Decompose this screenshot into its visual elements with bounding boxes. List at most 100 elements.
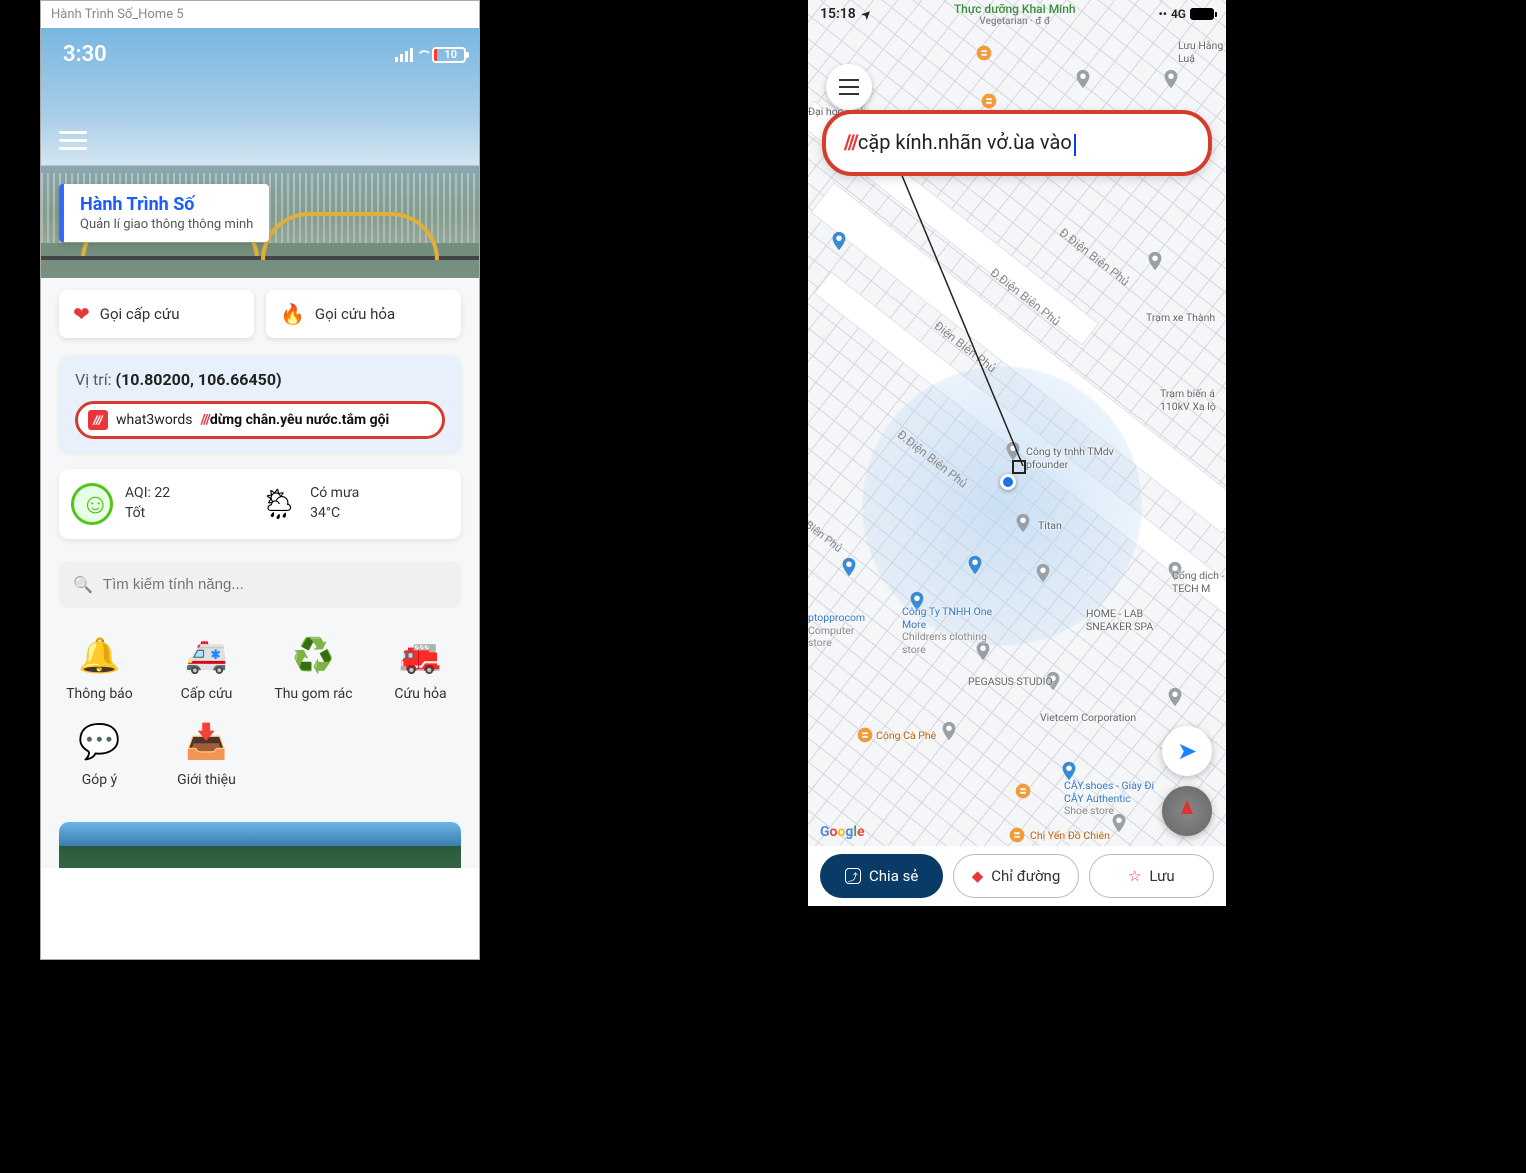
map-pin-icon[interactable]	[838, 556, 860, 578]
feature-gioithieu[interactable]: 📥 Giới thiệu	[158, 718, 255, 788]
battery-icon	[1190, 8, 1214, 20]
poi-label: PEGASUS STUDIO	[968, 676, 1053, 689]
poi-label: CÂY.shoes - Giày Đi CÂY AuthenticShoe st…	[1064, 780, 1174, 818]
map-pin-icon[interactable]	[828, 230, 850, 252]
call-ambulance-button[interactable]: Gọi cấp cứu	[59, 290, 254, 338]
design-frame-left: Hành Trình Số_Home 5 3:30 10	[40, 0, 480, 960]
poi-label: Chị Yến Đồ Chiên	[1030, 830, 1110, 843]
weather-temp: 34°C	[310, 504, 359, 524]
poi-label: Vietcem Corporation	[1040, 712, 1136, 725]
bottom-action-bar: Chia sẻ Chỉ đường Lưu	[808, 846, 1226, 906]
menu-button[interactable]	[59, 126, 87, 155]
network-label: 4G	[1171, 7, 1186, 21]
share-icon	[845, 868, 861, 884]
poi-label: Titan	[1038, 520, 1062, 533]
feature-cuuhoa[interactable]: 🚒 Cứu hỏa	[372, 632, 469, 702]
google-logo: Google	[820, 824, 865, 840]
location-accuracy-circle	[862, 366, 1142, 646]
aqi-status: Tốt	[125, 504, 170, 524]
feature-grid-row2: 💬 Góp ý 📥 Giới thiệu	[41, 710, 479, 804]
location-label: Vị trí:	[75, 370, 112, 389]
save-button[interactable]: Lưu	[1089, 854, 1214, 898]
poi-label: ptopprocomComputer store	[808, 612, 878, 650]
bottom-banner-image[interactable]	[59, 822, 461, 868]
phone-screen-left: 3:30 10 Hành Trình Số Quản lí giao thông…	[41, 28, 479, 868]
poi-label: Trạm xe Thành	[1146, 312, 1226, 325]
w3w-search-text: cặp kính.nhãn vở.ùa vào	[858, 130, 1072, 154]
poi-label: Trạm biến á 110kV Xa lộ	[1160, 388, 1226, 413]
fire-icon	[280, 302, 305, 326]
compass-button[interactable]	[1162, 786, 1212, 836]
map-pin-icon[interactable]	[1002, 440, 1024, 462]
directions-button[interactable]: Chỉ đường	[953, 854, 1078, 898]
w3w-brand-label: what3words	[116, 412, 193, 428]
what3words-search[interactable]: ///cặp kính.nhãn vở.ùa vào	[822, 110, 1212, 176]
share-button[interactable]: Chia sẻ	[820, 854, 943, 898]
map-pin-icon[interactable]	[1144, 250, 1166, 272]
call-fire-button[interactable]: Gọi cứu hỏa	[266, 290, 461, 338]
map-pin-icon[interactable]	[1012, 780, 1034, 802]
feedback-icon: 💬	[51, 718, 148, 766]
intro-icon: 📥	[158, 718, 255, 766]
map-pin-icon[interactable]	[964, 554, 986, 576]
feature-capcuu[interactable]: 🚑 Cấp cứu	[158, 632, 255, 702]
bell-icon: 🔔	[51, 632, 148, 680]
wifi-icon	[419, 44, 426, 65]
location-card: Vị trí: (10.80200, 106.66450) /// what3w…	[59, 356, 461, 453]
poi-label: Lưu Hằng Luậ	[1178, 40, 1226, 65]
firetruck-icon: 🚒	[372, 632, 469, 680]
map-pin-icon[interactable]	[1164, 686, 1186, 708]
search-input[interactable]	[103, 576, 447, 593]
poi-label: Cổng dịch - TECH M	[1172, 570, 1226, 595]
feature-thongbao[interactable]: 🔔 Thông báo	[51, 632, 148, 702]
map-pin-icon[interactable]	[1012, 512, 1034, 534]
status-bar: 15:18 Thực dưỡng Khai Minh Vegetarian · …	[808, 0, 1226, 28]
phone-screen-right: Điện Biên Phủ Đ.Điện Biên Phủ Đ.Điện Biê…	[808, 0, 1226, 906]
status-time: 3:30	[63, 42, 107, 67]
poi-label: HOME - LAB SNEAKER SPA	[1086, 608, 1176, 633]
recycle-icon: ♻️	[265, 632, 362, 680]
map-pin-icon[interactable]	[1006, 824, 1028, 846]
ambulance-icon: 🚑	[158, 632, 255, 680]
map-pin-icon[interactable]	[1160, 68, 1182, 90]
location-coords: (10.80200, 106.66450)	[116, 370, 282, 389]
poi-label: Cộng Cà Phê	[876, 730, 936, 743]
location-arrow-icon	[862, 6, 871, 22]
environment-card: AQI: 22 Tốt Có mưa 34°C	[59, 469, 461, 539]
ambulance-label: Gọi cấp cứu	[100, 305, 180, 323]
status-bar: 3:30 10	[41, 28, 479, 67]
search-icon	[73, 575, 93, 594]
feature-thugomrac[interactable]: ♻️ Thu gom rác	[265, 632, 362, 702]
w3w-address: ///dừng chân.yêu nước.tắm gội	[201, 412, 390, 428]
selected-square-marker	[1012, 460, 1026, 474]
map-pin-icon[interactable]	[978, 90, 1000, 112]
hero-image-cityscape: 3:30 10 Hành Trình Số Quản lí giao thông…	[41, 28, 479, 278]
heart-icon	[73, 302, 90, 326]
feature-grid-row1: 🔔 Thông báo 🚑 Cấp cứu ♻️ Thu gom rác 🚒 C…	[41, 616, 479, 710]
battery-icon	[432, 47, 466, 63]
map-pin-icon[interactable]	[1032, 562, 1054, 584]
signal-icon	[395, 48, 413, 62]
star-icon	[1128, 867, 1141, 885]
w3w-logo-icon: ///	[88, 410, 108, 430]
aqi-value: AQI: 22	[125, 484, 170, 504]
design-label: Hành Trình Số_Home 5	[41, 1, 479, 28]
map-pin-icon[interactable]	[938, 720, 960, 742]
weather-icon	[260, 487, 298, 522]
poi-label: Công ty tnhh TMdv pfounder	[1026, 446, 1126, 471]
status-time: 15:18	[820, 6, 856, 22]
recenter-button[interactable]: ➤	[1162, 726, 1212, 776]
what3words-row[interactable]: /// what3words ///dừng chân.yêu nước.tắm…	[75, 401, 445, 439]
map-pin-icon[interactable]	[973, 42, 995, 64]
feature-gopy[interactable]: 💬 Góp ý	[51, 718, 148, 788]
my-location-dot	[1000, 474, 1016, 490]
aqi-face-icon	[71, 483, 113, 525]
directions-icon	[972, 867, 984, 885]
fire-label: Gọi cứu hỏa	[315, 305, 395, 323]
location-arrow-icon: ➤	[1177, 737, 1197, 765]
map-pin-icon[interactable]	[1072, 68, 1094, 90]
app-subtitle: Quản lí giao thông thông minh	[80, 217, 253, 232]
search-field[interactable]	[59, 561, 461, 608]
menu-button[interactable]	[826, 64, 872, 110]
map-pin-icon[interactable]	[854, 724, 876, 746]
